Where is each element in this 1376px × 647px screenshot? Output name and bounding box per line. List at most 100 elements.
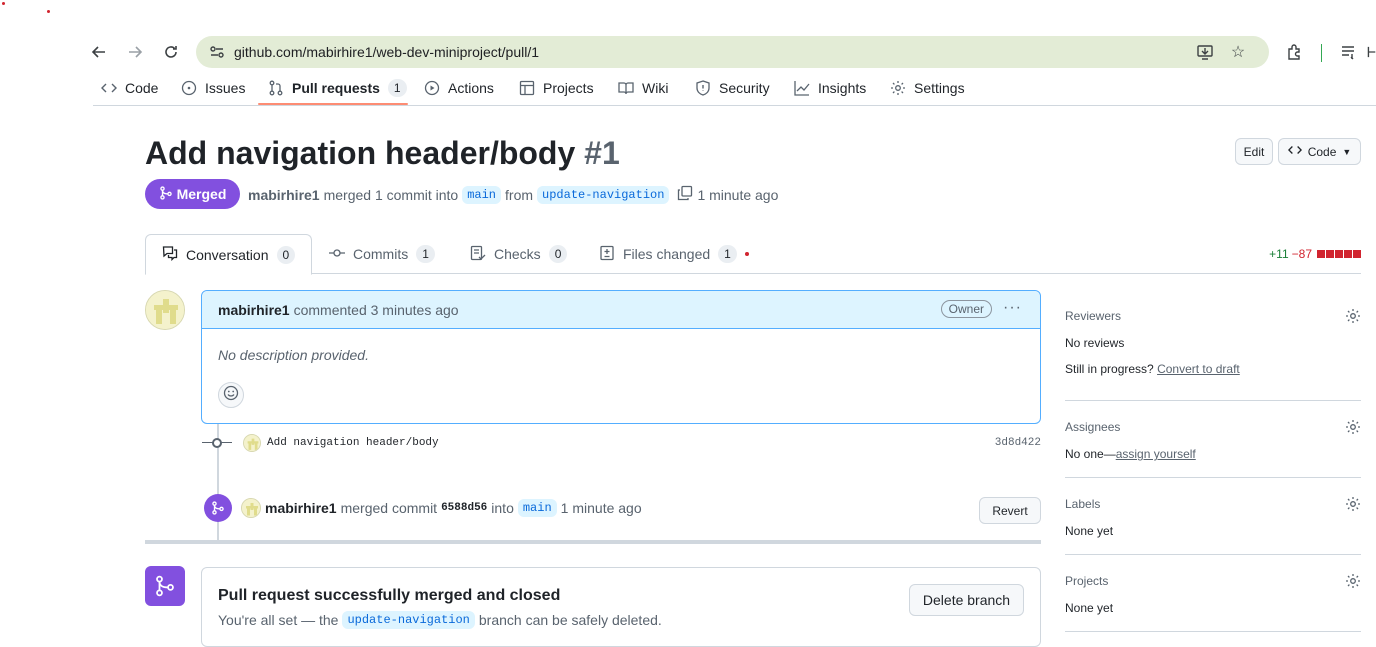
commit-icon xyxy=(329,245,345,264)
pr-tab-files-changed[interactable]: Files changed 1 xyxy=(583,234,765,274)
deletable-branch[interactable]: update-navigation xyxy=(342,611,475,629)
kebab-menu-icon[interactable]: ··· xyxy=(1003,299,1022,317)
copy-icon[interactable] xyxy=(677,185,693,204)
pr-title-text: Add navigation header/body xyxy=(145,135,576,171)
merged-box-icon xyxy=(145,566,185,606)
delete-branch-button[interactable]: Delete branch xyxy=(909,584,1024,616)
address-bar[interactable]: github.com/mabirhire1/web-dev-miniprojec… xyxy=(196,36,1269,68)
pr-author-link[interactable]: mabirhire1 xyxy=(248,187,320,203)
merge-target-branch[interactable]: main xyxy=(517,499,557,517)
sidebar-labels: Labels None yet xyxy=(1065,497,1361,538)
merge-author[interactable]: mabirhire1 xyxy=(265,500,337,516)
pr-tab-label: Files changed xyxy=(623,246,711,262)
url-text[interactable]: github.com/mabirhire1/web-dev-miniprojec… xyxy=(234,44,539,60)
pr-tab-count: 1 xyxy=(718,245,737,263)
sidebar-value: None yet xyxy=(1065,601,1114,615)
graph-icon xyxy=(794,80,810,96)
code-dropdown-button[interactable]: Code ▼ xyxy=(1278,138,1361,165)
edit-button-label: Edit xyxy=(1243,144,1265,159)
draft-prompt: Still in progress? Convert to draft xyxy=(1065,362,1361,376)
site-settings-icon[interactable] xyxy=(208,43,226,61)
diff-box xyxy=(1344,250,1352,258)
commit-sha[interactable]: 3d8d422 xyxy=(995,437,1041,449)
head-branch[interactable]: update-navigation xyxy=(537,185,670,204)
pull-requests-count: 1 xyxy=(387,79,407,97)
repo-tab-label: Insights xyxy=(818,80,867,96)
browser-toolbar: github.com/mabirhire1/web-dev-miniprojec… xyxy=(91,30,1376,75)
merge-status-text: You're all set — the update-navigation b… xyxy=(218,611,662,629)
repo-tab-label: Pull requests xyxy=(292,80,380,96)
base-branch[interactable]: main xyxy=(462,185,502,204)
repo-tab-actions[interactable]: Actions xyxy=(424,70,494,106)
repo-tab-wiki[interactable]: Wiki xyxy=(618,70,668,106)
repo-tab-issues[interactable]: Issues xyxy=(181,70,245,106)
gear-icon[interactable] xyxy=(1345,419,1361,440)
smiley-icon xyxy=(223,385,239,406)
reload-icon[interactable] xyxy=(159,40,183,64)
sidebar-projects: Projects None yet xyxy=(1065,574,1361,615)
pr-tab-count: 1 xyxy=(416,245,435,263)
merge-commit-sha[interactable]: 6588d56 xyxy=(441,502,487,514)
sidebar-divider xyxy=(1065,477,1361,478)
repo-tab-label: Actions xyxy=(448,80,494,96)
bookmark-star-icon[interactable]: ☆ xyxy=(1228,42,1248,62)
pr-meta: mabirhire1 merged 1 commit into main fro… xyxy=(248,185,778,204)
merge-event-text: mabirhire1 merged commit 6588d56 into ma… xyxy=(265,499,642,517)
convert-to-draft-link[interactable]: Convert to draft xyxy=(1157,362,1240,376)
profile-icon[interactable] xyxy=(1365,42,1376,62)
sidebar-reviewers: Reviewers No reviews Still in progress? … xyxy=(1065,309,1361,376)
active-tab-underline xyxy=(258,103,408,105)
merge-event-label: merged commit xyxy=(340,500,438,516)
avatar[interactable] xyxy=(145,290,185,330)
gear-icon[interactable] xyxy=(1345,496,1361,517)
sidebar-heading[interactable]: Labels xyxy=(1065,497,1361,511)
assign-yourself-link[interactable]: assign yourself xyxy=(1116,447,1196,461)
diff-box xyxy=(1335,250,1343,258)
commit-message[interactable]: Add navigation header/body xyxy=(267,437,439,449)
edit-button[interactable]: Edit xyxy=(1235,138,1273,165)
sidebar-assignees: Assignees No one—assign yourself xyxy=(1065,420,1361,461)
sidebar-heading[interactable]: Projects xyxy=(1065,574,1361,588)
pull-request-icon xyxy=(268,80,284,96)
code-button-label: Code xyxy=(1307,144,1337,159)
pr-tab-label: Checks xyxy=(494,246,541,262)
delete-branch-label: Delete branch xyxy=(922,592,1011,608)
pr-meta-text: from xyxy=(505,186,534,203)
revert-button[interactable]: Revert xyxy=(979,497,1041,524)
pr-tab-conversation[interactable]: Conversation 0 xyxy=(145,234,312,275)
pr-tab-commits[interactable]: Commits 1 xyxy=(313,234,451,274)
commit-row: Add navigation header/body 3d8d422 xyxy=(202,433,1041,455)
code-icon xyxy=(1287,143,1302,160)
reading-list-icon[interactable] xyxy=(1339,42,1359,62)
extensions-icon[interactable] xyxy=(1285,42,1305,62)
forward-icon[interactable] xyxy=(123,40,147,64)
sidebar-heading[interactable]: Reviewers xyxy=(1065,309,1361,323)
pr-tab-label: Conversation xyxy=(186,246,269,263)
timeline-separator xyxy=(145,540,1041,544)
avatar[interactable] xyxy=(243,434,261,452)
commit-icon xyxy=(212,438,222,448)
sidebar-heading[interactable]: Assignees xyxy=(1065,420,1361,434)
comment-box: mabirhire1 commented 3 minutes ago Owner… xyxy=(201,290,1041,424)
merge-icon xyxy=(159,185,173,203)
repo-tab-projects[interactable]: Projects xyxy=(519,70,594,106)
avatar[interactable] xyxy=(241,498,261,518)
pr-tab-checks[interactable]: Checks 0 xyxy=(454,234,583,274)
repo-nav: Code Issues Pull requests 1 Actions Proj… xyxy=(93,70,1376,106)
gear-icon[interactable] xyxy=(1345,573,1361,594)
repo-tab-code[interactable]: Code xyxy=(101,70,158,106)
stray-dot xyxy=(47,10,50,13)
sidebar-value: No one—assign yourself xyxy=(1065,447,1361,461)
merge-event: mabirhire1 merged commit 6588d56 into ma… xyxy=(204,494,1041,524)
repo-tab-settings[interactable]: Settings xyxy=(890,70,965,106)
install-app-icon[interactable] xyxy=(1195,42,1215,62)
diff-boxes xyxy=(1317,250,1361,258)
repo-tab-insights[interactable]: Insights xyxy=(794,70,866,106)
repo-tab-security[interactable]: Security xyxy=(695,70,770,106)
back-icon[interactable] xyxy=(87,40,111,64)
repo-tab-pull-requests[interactable]: Pull requests 1 xyxy=(268,70,407,106)
gear-icon[interactable] xyxy=(1345,308,1361,329)
merge-status-label: You're all set — the xyxy=(218,612,339,628)
comment-author[interactable]: mabirhire1 xyxy=(218,302,290,318)
add-reaction-button[interactable] xyxy=(218,382,244,408)
